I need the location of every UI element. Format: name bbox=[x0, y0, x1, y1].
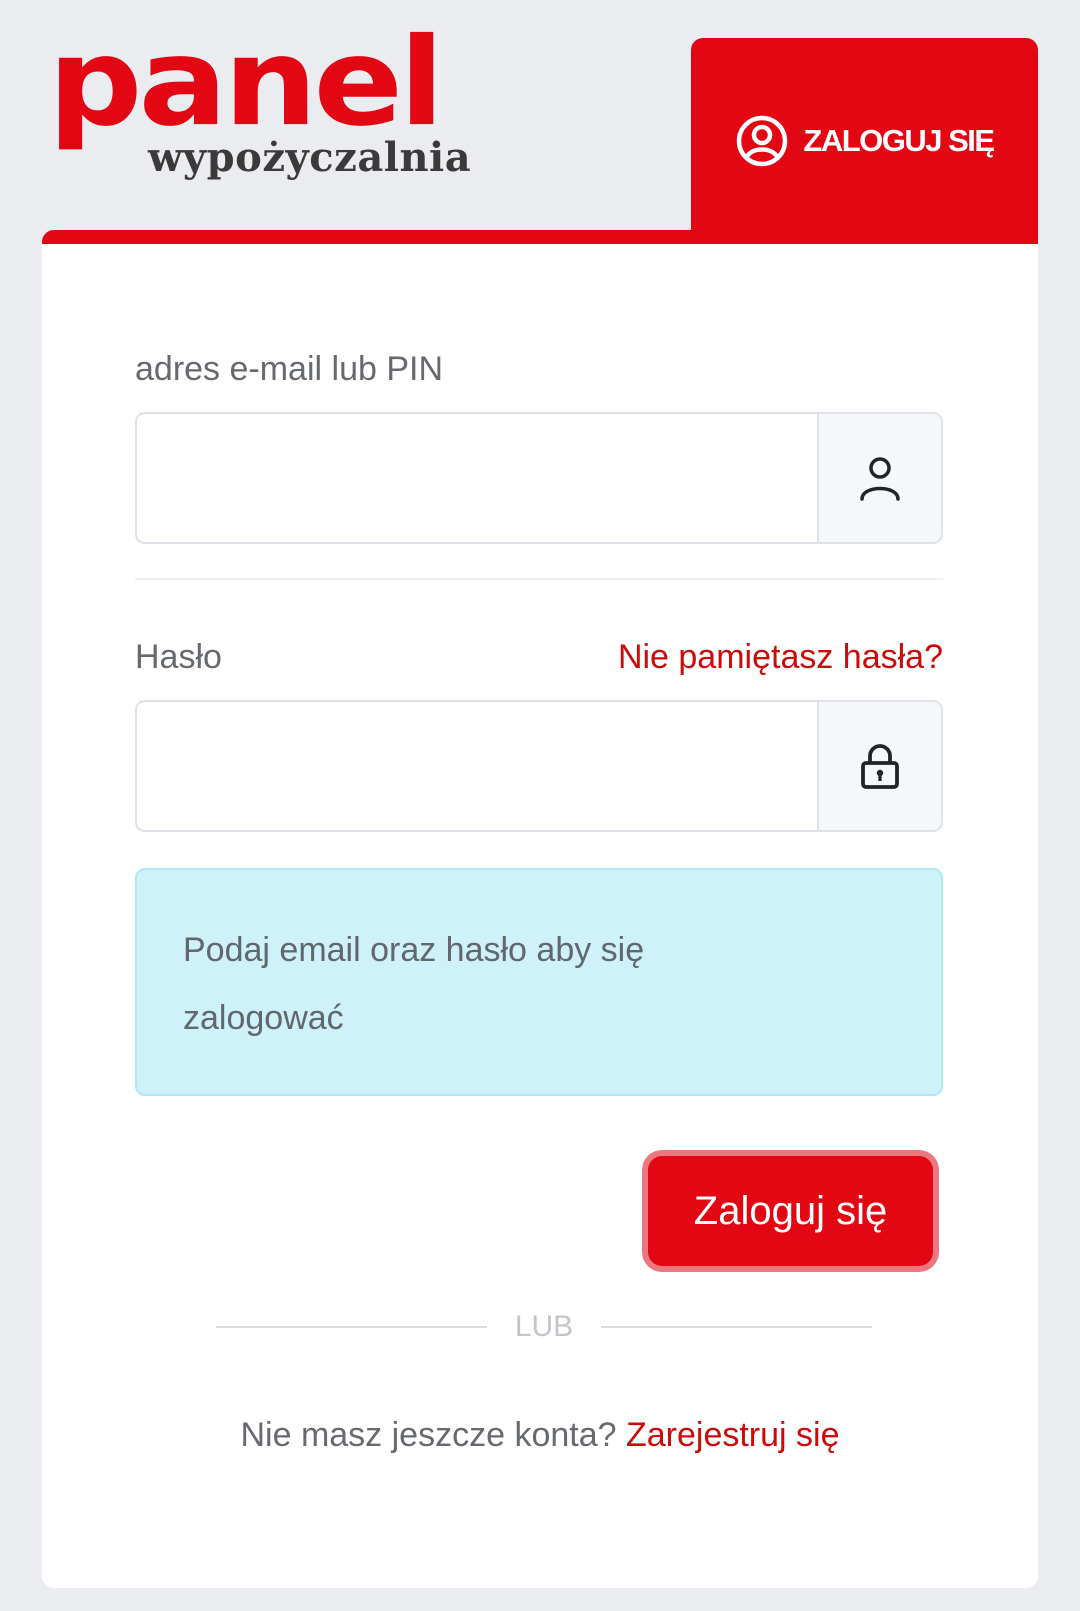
login-card: adres e-mail lub PIN Hasło Nie pamiętasz… bbox=[42, 230, 1038, 1588]
login-tab[interactable]: ZALOGUJ SIĘ bbox=[691, 38, 1038, 244]
logo-main-text: panel bbox=[48, 11, 444, 154]
register-link[interactable]: Zarejestruj się bbox=[626, 1416, 840, 1454]
or-line-right bbox=[601, 1326, 873, 1328]
user-circle-icon bbox=[735, 114, 789, 168]
or-separator: LUB bbox=[216, 1307, 873, 1347]
email-label: adres e-mail lub PIN bbox=[135, 350, 444, 388]
password-label: Hasło bbox=[135, 638, 222, 676]
password-input-group bbox=[135, 700, 943, 832]
or-text: LUB bbox=[514, 1310, 574, 1343]
password-input[interactable] bbox=[137, 702, 817, 830]
register-row: Nie masz jeszcze konta? Zarejestruj się bbox=[42, 1416, 1038, 1455]
logo: panel wypożyczalnia bbox=[48, 11, 472, 197]
lock-icon bbox=[817, 702, 941, 830]
user-icon bbox=[817, 414, 941, 542]
logo-subtitle: wypożyczalnia bbox=[148, 134, 472, 181]
register-prompt: Nie masz jeszcze konta? bbox=[240, 1416, 617, 1454]
login-tab-label: ZALOGUJ SIĘ bbox=[803, 123, 995, 158]
info-alert: Podaj email oraz hasło aby się zalogować bbox=[135, 868, 943, 1096]
or-line-left bbox=[216, 1326, 487, 1328]
email-input-group bbox=[135, 412, 943, 544]
forgot-password-link[interactable]: Nie pamiętasz hasła? bbox=[618, 638, 943, 677]
login-submit-button[interactable]: Zaloguj się bbox=[648, 1156, 933, 1266]
email-input[interactable] bbox=[137, 414, 817, 542]
form-divider bbox=[135, 578, 943, 580]
info-alert-text: Podaj email oraz hasło aby się zalogować bbox=[183, 931, 645, 1037]
